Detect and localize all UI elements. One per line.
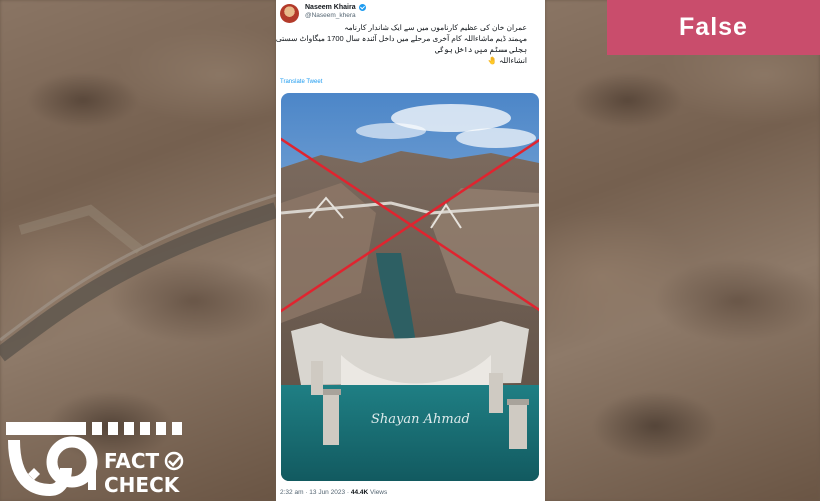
tweet-card: Naseem Khaira @Naseem_khera عمران خان کی… — [276, 0, 545, 501]
tweet-text-line: انشاءاللہ 🤚 — [487, 56, 527, 65]
logo-line-2: CHECK — [104, 473, 181, 497]
avatar[interactable] — [280, 4, 299, 23]
author-name[interactable]: Naseem Khaira — [305, 4, 356, 11]
fact-check-logo-icon: FACT CHECK — [6, 422, 184, 497]
verdict-label: False — [679, 13, 748, 41]
views-count: 44.4K — [350, 489, 369, 496]
tweet-text-line: عمران خان کی عظیم کارناموں میں سے ایک شا… — [344, 23, 527, 32]
tweet-text-line: بجلی سسٹم میں داخل ہوگی — [435, 45, 527, 54]
background-image-right — [545, 0, 820, 501]
tweet-photo[interactable]: Shayan Ahmad — [281, 93, 539, 481]
translate-tweet-link[interactable]: Translate Tweet — [280, 79, 322, 85]
tweet-text-line: مہمند ڈیم ماشاءاللہ کام آخری مرحلے میں د… — [276, 34, 527, 43]
author-handle[interactable]: @Naseem_khera — [305, 12, 366, 19]
image-watermark: Shayan Ahmad — [371, 412, 470, 427]
logo-line-1: FACT — [104, 449, 160, 473]
tweet-text: عمران خان کی عظیم کارناموں میں سے ایک شا… — [276, 22, 527, 66]
verdict-banner: False — [607, 0, 820, 55]
road-graphic — [0, 193, 276, 362]
tweet-time[interactable]: 2:32 am — [280, 489, 304, 496]
tweet-meta: 2:32 am · 13 Jun 2023 · 44.4K Views — [280, 489, 388, 496]
tweet-author: Naseem Khaira @Naseem_khera — [280, 4, 366, 23]
verified-badge-icon — [358, 4, 366, 11]
views-label: Views — [370, 489, 388, 496]
tweet-date[interactable]: 13 Jun 2023 — [309, 489, 345, 496]
